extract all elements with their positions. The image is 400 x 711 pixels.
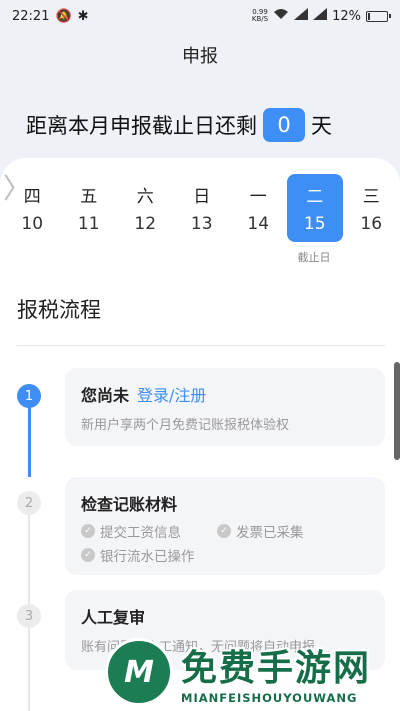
- net-speed: 0.99 KB/S: [251, 8, 269, 23]
- divider: [17, 345, 385, 346]
- day-date: 11: [77, 214, 100, 235]
- watermark-logo: M: [105, 638, 173, 706]
- step-number-2: 2: [17, 491, 41, 515]
- timeline-connector: [28, 515, 30, 605]
- week-strip: 四 10 五 11 六 12 日 13 一 14 二 15 三 16: [4, 174, 400, 242]
- day-item[interactable]: 五 11: [61, 174, 118, 242]
- day-weekday: 三: [362, 186, 380, 207]
- step-title: 检查记账材料: [81, 495, 178, 514]
- day-item[interactable]: 四 10: [4, 174, 61, 242]
- step-number-3: 3: [17, 604, 41, 628]
- step-number-1: 1: [17, 384, 41, 408]
- day-item-selected[interactable]: 二 15: [286, 174, 343, 242]
- day-weekday: 一: [249, 186, 267, 207]
- scrollbar[interactable]: [394, 362, 400, 460]
- check-item: ✓ 发票已采集: [217, 521, 353, 541]
- deadline-suffix: 天: [311, 114, 332, 138]
- mute-icon: 🔕: [55, 8, 72, 24]
- check-item: ✓ 提交工资信息: [81, 521, 217, 541]
- battery-percent: 12%: [332, 8, 361, 24]
- day-date: 14: [247, 214, 270, 235]
- day-weekday: 日: [193, 186, 211, 207]
- watermark: M 免费手游网 MIANFEISHOUYOUWANG: [105, 633, 395, 711]
- day-date: 12: [134, 214, 157, 235]
- day-item[interactable]: 日 13: [174, 174, 231, 242]
- checkmark-icon: ✓: [81, 548, 95, 562]
- deadline-countdown: 距离本月申报截止日还剩 0 天: [26, 108, 332, 142]
- checkmark-icon: ✓: [217, 524, 231, 538]
- day-item[interactable]: 六 12: [117, 174, 174, 242]
- wifi-icon: [273, 8, 289, 24]
- deadline-days-badge: 0: [263, 108, 305, 142]
- signal-icon: [294, 8, 309, 24]
- day-weekday: 四: [23, 186, 41, 207]
- timeline-connector: [28, 628, 30, 711]
- battery-icon: [366, 10, 391, 22]
- day-weekday: 六: [136, 186, 154, 207]
- status-bar: 22:21 🔕 ✱ 0.99 KB/S 12%: [0, 0, 400, 32]
- page-title: 申报: [182, 46, 218, 67]
- day-item[interactable]: 一 14: [230, 174, 287, 242]
- step-title: 您尚未: [81, 386, 130, 405]
- step-card-login: 您尚未 登录/注册 新用户享两个月免费记账报税体验权: [65, 368, 385, 446]
- watermark-subtitle: MIANFEISHOUYOUWANG: [181, 691, 358, 705]
- checkmark-icon: ✓: [81, 524, 95, 538]
- login-register-link[interactable]: 登录/注册: [137, 386, 206, 405]
- status-time: 22:21: [12, 8, 50, 24]
- day-weekday: 五: [80, 186, 98, 207]
- step-title: 人工复审: [81, 608, 146, 627]
- bluetooth-icon: ✱: [77, 8, 89, 24]
- deadline-prefix: 距离本月申报截止日还剩: [26, 114, 257, 138]
- section-title: 报税流程: [17, 298, 101, 322]
- timeline-connector-active: [28, 405, 31, 477]
- day-item[interactable]: 三 16: [343, 174, 400, 242]
- step-card-check-materials: 检查记账材料 ✓ 提交工资信息 ✓ 发票已采集 ✓ 银行流水已操作: [65, 477, 385, 575]
- check-item: ✓ 银行流水已操作: [81, 545, 217, 565]
- day-weekday: 二: [306, 186, 324, 207]
- signal-4g-icon: [313, 8, 328, 24]
- watermark-title: 免费手游网: [181, 648, 372, 689]
- day-date: 15: [303, 214, 326, 235]
- day-date: 13: [190, 214, 213, 235]
- deadline-day-label: 截止日: [297, 251, 331, 264]
- day-date: 16: [360, 214, 383, 235]
- step-desc: 新用户享两个月免费记账报税体验权: [81, 418, 290, 433]
- day-date: 10: [21, 214, 44, 235]
